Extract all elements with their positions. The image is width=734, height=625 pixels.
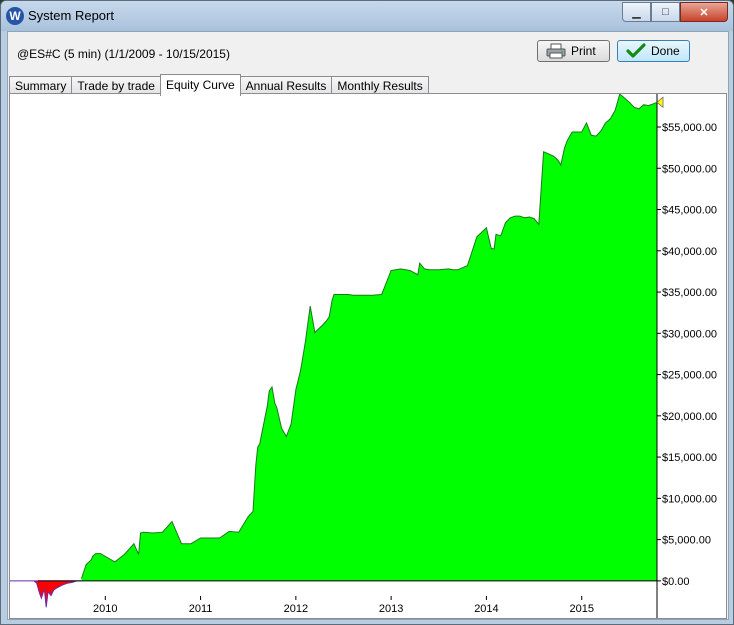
maximize-button[interactable]: □ (651, 2, 680, 22)
app-logo-icon: W (6, 7, 24, 25)
tab-equity-curve[interactable]: Equity Curve (159, 74, 241, 96)
equity-curve-svg: $0.00 $5,000.00 $10,000.00 $15,000.00 $20,00… (9, 93, 717, 618)
x-tick-label: 2010 (93, 603, 117, 615)
drawdown-area (9, 580, 82, 608)
window-title: System Report (28, 8, 114, 23)
print-button-label: Print (571, 44, 596, 58)
title-bar[interactable]: W System Report ▁ □ ✕ (1, 1, 733, 31)
symbol-period-label: @ES#C (5 min) (1/1/2009 - 10/15/2015) (17, 47, 230, 61)
equity-area (81, 94, 657, 581)
y-tick-label: $25,000.00 (662, 370, 717, 382)
y-tick-label: $5,000.00 (662, 535, 711, 547)
current-value-marker-icon (656, 96, 664, 109)
y-tick-label: $30,000.00 (662, 328, 717, 340)
y-tick-label: $10,000.00 (662, 493, 717, 505)
report-tabs: Summary Trade by trade Equity Curve Annu… (9, 74, 429, 96)
close-button[interactable]: ✕ (680, 2, 728, 22)
checkmark-icon (626, 43, 646, 58)
window-controls: ▁ □ ✕ (622, 2, 728, 22)
x-tick-label: 2013 (379, 603, 403, 615)
equity-curve-chart: $0.00 $5,000.00 $10,000.00 $15,000.00 $20,00… (9, 93, 727, 619)
done-button[interactable]: Done (617, 40, 690, 62)
x-tick-label: 2011 (189, 603, 213, 615)
maximize-icon: □ (662, 6, 669, 18)
print-button[interactable]: Print (537, 40, 610, 62)
y-tick-label: $50,000.00 (662, 163, 717, 175)
done-button-label: Done (651, 44, 680, 58)
minimize-button[interactable]: ▁ (622, 2, 651, 22)
y-tick-label: $55,000.00 (662, 122, 717, 134)
y-tick-label: $45,000.00 (662, 205, 717, 217)
y-tick-label: $40,000.00 (662, 246, 717, 258)
x-tick-label: 2014 (474, 603, 498, 615)
minimize-icon: ▁ (632, 6, 641, 19)
x-tick-label: 2012 (284, 603, 308, 615)
report-panel: @ES#C (5 min) (1/1/2009 - 10/15/2015) Pr… (7, 31, 729, 620)
system-report-window: W System Report ▁ □ ✕ @ES#C (5 min) (1/1… (0, 0, 734, 625)
printer-icon (546, 43, 566, 59)
x-tick-label: 2015 (569, 603, 593, 615)
y-tick-label: $35,000.00 (662, 287, 717, 299)
y-tick-label: $20,000.00 (662, 411, 717, 423)
y-tick-label: $15,000.00 (662, 452, 717, 464)
y-tick-label: $0.00 (662, 576, 690, 588)
close-icon: ✕ (699, 6, 709, 19)
